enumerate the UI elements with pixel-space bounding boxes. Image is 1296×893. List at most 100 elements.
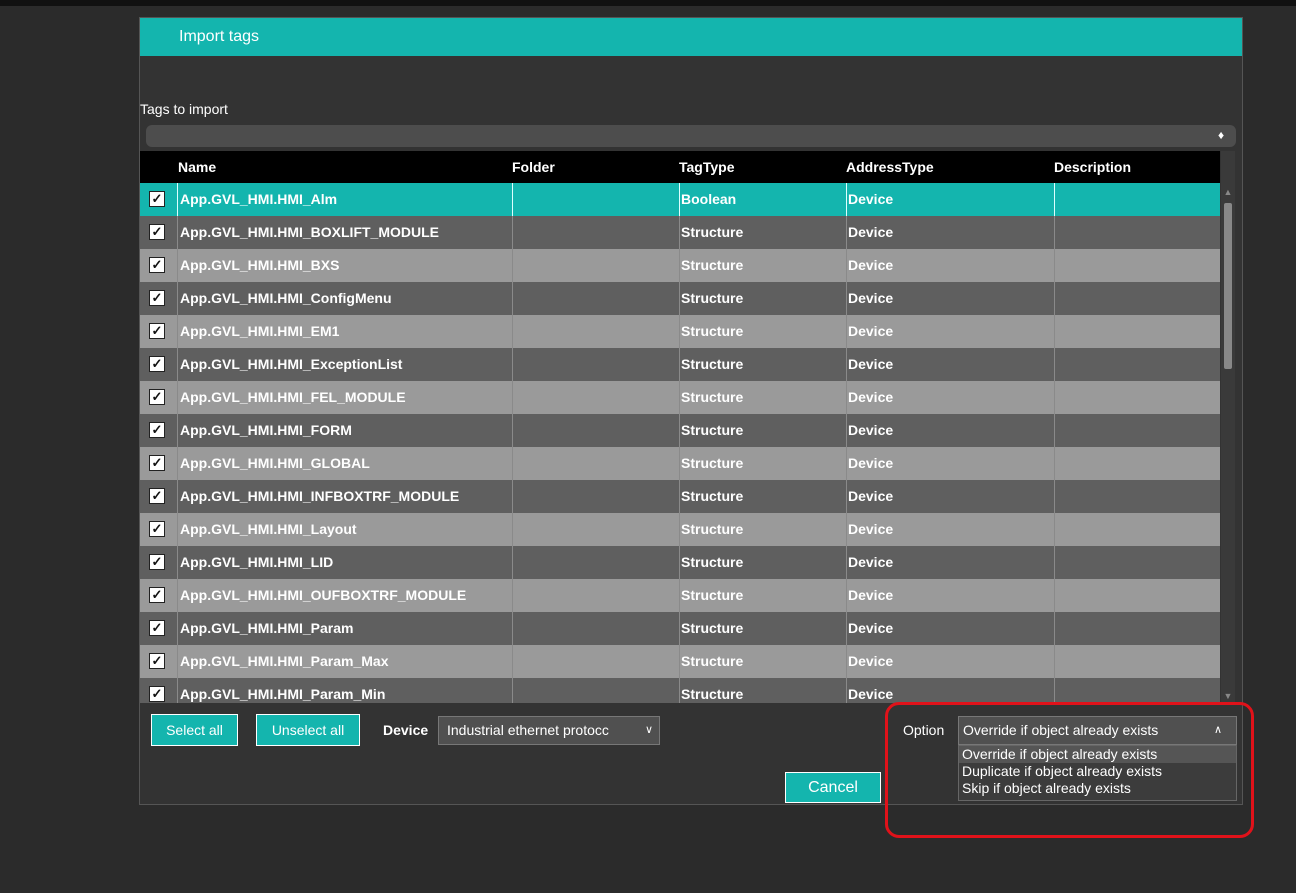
column-header-name[interactable]: Name xyxy=(178,159,216,175)
row-checkbox[interactable]: ✓ xyxy=(149,290,165,306)
cell-folder xyxy=(512,579,681,612)
cell-addresstype: Device xyxy=(848,356,894,372)
device-select-value: Industrial ethernet protocc xyxy=(447,722,609,738)
scroll-down-icon[interactable]: ▼ xyxy=(1221,689,1235,703)
cell-name: App.GVL_HMI.HMI_ExceptionList xyxy=(180,356,403,372)
cell-name: App.GVL_HMI.HMI_BXS xyxy=(180,257,340,273)
tag-icon[interactable]: ♦ xyxy=(1214,128,1228,142)
cell-addresstype: Device xyxy=(848,488,894,504)
cell-description xyxy=(1054,348,1220,381)
cell-tagtype: Structure xyxy=(681,356,744,372)
cell-name: App.GVL_HMI.HMI_INFBOXTRF_MODULE xyxy=(180,488,460,504)
cell-name: App.GVL_HMI.HMI_OUFBOXTRF_MODULE xyxy=(180,587,467,603)
cell-name: App.GVL_HMI.HMI_Param_Max xyxy=(180,653,389,669)
row-checkbox[interactable]: ✓ xyxy=(149,455,165,471)
row-checkbox[interactable]: ✓ xyxy=(149,488,165,504)
cell-folder xyxy=(512,612,681,645)
column-header-description[interactable]: Description xyxy=(1054,159,1131,175)
table-row[interactable]: ✓ App.GVL_HMI.HMI_LID Structure Device xyxy=(140,546,1220,579)
scroll-thumb[interactable] xyxy=(1224,203,1232,369)
tag-filter-input[interactable]: ♦ xyxy=(146,125,1236,147)
cell-name: App.GVL_HMI.HMI_FEL_MODULE xyxy=(180,389,406,405)
dialog-title: Import tags xyxy=(179,28,260,45)
table-row[interactable]: ✓ App.GVL_HMI.HMI_Layout Structure Device xyxy=(140,513,1220,546)
cell-tagtype: Structure xyxy=(681,488,744,504)
table-row[interactable]: ✓ App.GVL_HMI.HMI_EM1 Structure Device xyxy=(140,315,1220,348)
table-row[interactable]: ✓ App.GVL_HMI.HMI_Param_Min Structure Devic… xyxy=(140,678,1220,703)
top-strip xyxy=(0,0,1296,6)
cell-name: App.GVL_HMI.HMI_Alm xyxy=(180,191,338,207)
cell-name: App.GVL_HMI.HMI_Param xyxy=(180,620,354,636)
column-header-folder[interactable]: Folder xyxy=(512,159,555,175)
table-row[interactable]: ✓ App.GVL_HMI.HMI_Alm Boolean Device xyxy=(140,183,1220,216)
row-checkbox[interactable]: ✓ xyxy=(149,257,165,273)
device-label: Device xyxy=(383,722,429,738)
row-checkbox[interactable]: ✓ xyxy=(149,686,165,702)
cell-folder xyxy=(512,381,681,414)
row-checkbox[interactable]: ✓ xyxy=(149,224,165,240)
row-checkbox[interactable]: ✓ xyxy=(149,191,165,207)
tags-to-import-label: Tags to import xyxy=(140,101,228,117)
table-row[interactable]: ✓ App.GVL_HMI.HMI_ExceptionList Structure D… xyxy=(140,348,1220,381)
cell-addresstype: Device xyxy=(848,191,894,207)
cell-name: App.GVL_HMI.HMI_GLOBAL xyxy=(180,455,370,471)
cell-name: App.GVL_HMI.HMI_ConfigMenu xyxy=(180,290,392,306)
table-row[interactable]: ✓ App.GVL_HMI.HMI_FEL_MODULE Structure Devi… xyxy=(140,381,1220,414)
cell-description xyxy=(1054,183,1220,216)
cell-folder xyxy=(512,513,681,546)
cell-tagtype: Structure xyxy=(681,554,744,570)
highlight-annotation xyxy=(885,702,1254,838)
cell-addresstype: Device xyxy=(848,587,894,603)
cell-addresstype: Device xyxy=(848,422,894,438)
cell-tagtype: Structure xyxy=(681,455,744,471)
cell-addresstype: Device xyxy=(848,290,894,306)
row-checkbox[interactable]: ✓ xyxy=(149,422,165,438)
cell-folder xyxy=(512,480,681,513)
cell-tagtype: Structure xyxy=(681,653,744,669)
cell-description xyxy=(1054,480,1220,513)
chevron-down-icon: ∨ xyxy=(644,724,653,736)
cell-folder xyxy=(512,546,681,579)
table-row[interactable]: ✓ App.GVL_HMI.HMI_Param_Max Structure Devic… xyxy=(140,645,1220,678)
table-row[interactable]: ✓ App.GVL_HMI.HMI_INFBOXTRF_MODULE Structu… xyxy=(140,480,1220,513)
table-row[interactable]: ✓ App.GVL_HMI.HMI_Param Structure Device xyxy=(140,612,1220,645)
cell-addresstype: Device xyxy=(848,620,894,636)
cell-addresstype: Device xyxy=(848,257,894,273)
column-header-addresstype[interactable]: AddressType xyxy=(846,159,934,175)
cell-description xyxy=(1054,216,1220,249)
cell-description xyxy=(1054,513,1220,546)
device-select[interactable]: Industrial ethernet protocc ∨ xyxy=(438,716,660,745)
grid-scrollbar[interactable]: ▲ ▼ xyxy=(1221,151,1235,703)
row-checkbox[interactable]: ✓ xyxy=(149,554,165,570)
table-row[interactable]: ✓ App.GVL_HMI.HMI_BXS Structure Device xyxy=(140,249,1220,282)
cell-tagtype: Structure xyxy=(681,686,744,702)
row-checkbox[interactable]: ✓ xyxy=(149,521,165,537)
cell-description xyxy=(1054,579,1220,612)
cell-description xyxy=(1054,249,1220,282)
scroll-up-icon[interactable]: ▲ xyxy=(1221,185,1235,199)
select-all-button[interactable]: Select all xyxy=(151,714,238,746)
cell-addresstype: Device xyxy=(848,224,894,240)
row-checkbox[interactable]: ✓ xyxy=(149,389,165,405)
table-row[interactable]: ✓ App.GVL_HMI.HMI_OUFBOXTRF_MODULE Structu… xyxy=(140,579,1220,612)
row-checkbox[interactable]: ✓ xyxy=(149,620,165,636)
table-row[interactable]: ✓ App.GVL_HMI.HMI_ConfigMenu Structure Devi… xyxy=(140,282,1220,315)
row-checkbox[interactable]: ✓ xyxy=(149,323,165,339)
cell-folder xyxy=(512,348,681,381)
cell-name: App.GVL_HMI.HMI_BOXLIFT_MODULE xyxy=(180,224,439,240)
cell-folder xyxy=(512,282,681,315)
unselect-all-button[interactable]: Unselect all xyxy=(256,714,360,746)
row-checkbox[interactable]: ✓ xyxy=(149,356,165,372)
table-row[interactable]: ✓ App.GVL_HMI.HMI_GLOBAL Structure Device xyxy=(140,447,1220,480)
row-checkbox[interactable]: ✓ xyxy=(149,653,165,669)
cancel-button[interactable]: Cancel xyxy=(785,772,881,803)
cell-description xyxy=(1054,678,1220,703)
table-row[interactable]: ✓ App.GVL_HMI.HMI_FORM Structure Device xyxy=(140,414,1220,447)
cell-folder xyxy=(512,216,681,249)
cell-addresstype: Device xyxy=(848,521,894,537)
column-header-tagtype[interactable]: TagType xyxy=(679,159,735,175)
row-checkbox[interactable]: ✓ xyxy=(149,587,165,603)
table-row[interactable]: ✓ App.GVL_HMI.HMI_BOXLIFT_MODULE Structure… xyxy=(140,216,1220,249)
grid-header: Name Folder TagType AddressType Descript… xyxy=(140,151,1220,183)
cell-tagtype: Structure xyxy=(681,257,744,273)
